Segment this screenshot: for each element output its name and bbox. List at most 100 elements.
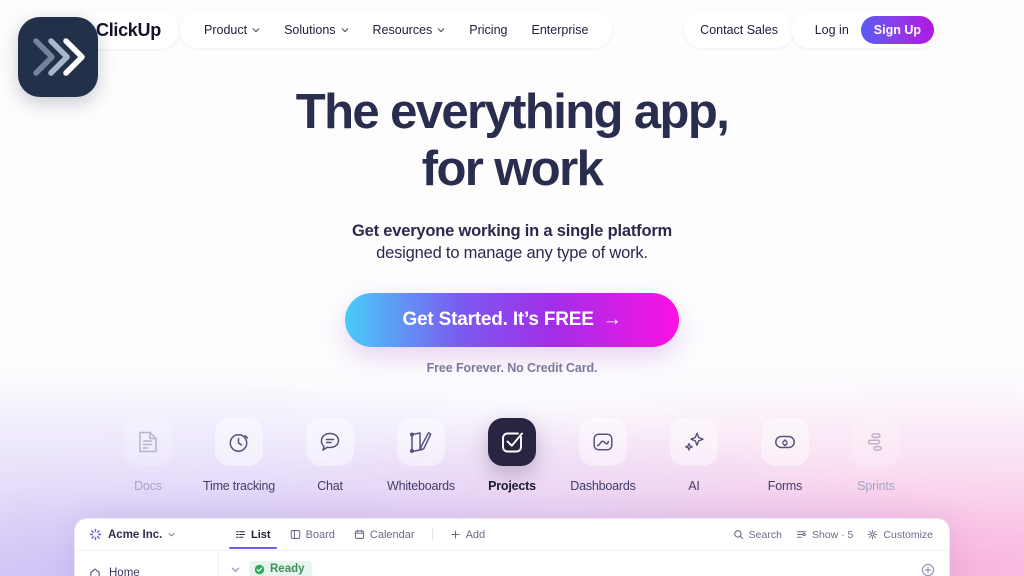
toolbar-action-label: Search bbox=[748, 528, 782, 541]
headline-line-2: for work bbox=[421, 142, 604, 196]
login-link[interactable]: Log in bbox=[805, 23, 859, 37]
view-tab-board[interactable]: Board bbox=[282, 522, 343, 548]
feature-tab-docs[interactable]: Docs bbox=[103, 418, 194, 493]
view-tab-list[interactable]: List bbox=[227, 522, 279, 549]
sprints-bars-icon bbox=[852, 418, 900, 466]
search-button[interactable]: Search bbox=[733, 529, 782, 541]
headline-line-1: The everything app, bbox=[295, 85, 730, 139]
add-view-label: Add bbox=[465, 528, 486, 541]
app-toolbar: Acme Inc. List Board Calendar Add Search… bbox=[75, 519, 949, 551]
feature-tab-label: Whiteboards bbox=[387, 479, 455, 493]
signup-button[interactable]: Sign Up bbox=[860, 16, 934, 44]
app-preview-card: Acme Inc. List Board Calendar Add Search… bbox=[74, 518, 950, 576]
board-icon bbox=[290, 530, 300, 539]
chevron-down-icon bbox=[341, 28, 348, 33]
workspace-name: Acme Inc. bbox=[108, 528, 163, 541]
feature-tab-ai[interactable]: AI bbox=[649, 418, 740, 493]
feature-tab-forms[interactable]: Forms bbox=[740, 418, 831, 493]
feature-tab-label: Projects bbox=[488, 479, 536, 493]
workspace-switcher[interactable]: Acme Inc. bbox=[75, 528, 219, 541]
feature-tab-label: Sprints bbox=[857, 479, 895, 493]
subtitle-line-2: designed to manage any type of work. bbox=[376, 244, 648, 262]
subtitle-line-1: Get everyone working in a single platfor… bbox=[351, 222, 673, 240]
toolbar-action-label: Show · 5 bbox=[811, 528, 854, 541]
show-filter-button[interactable]: Show · 5 bbox=[796, 529, 853, 541]
auth-group: Log in Sign Up bbox=[790, 12, 938, 48]
cta-note: Free Forever. No Credit Card. bbox=[426, 361, 598, 375]
get-started-button[interactable]: Get Started. It’s FREE → bbox=[345, 293, 679, 347]
hero-section: The everything app, for work Get everyon… bbox=[0, 88, 1024, 376]
add-view-button[interactable]: Add bbox=[442, 522, 494, 548]
whiteboard-pen-icon bbox=[397, 418, 445, 466]
view-tab-label: Calendar bbox=[369, 528, 415, 541]
chat-bubble-icon bbox=[306, 418, 354, 466]
search-icon bbox=[733, 530, 743, 540]
calendar-icon bbox=[354, 529, 365, 539]
clickup-spark-icon bbox=[89, 528, 102, 541]
feature-tabs: Docs Time tracking Chat Whiteboards Proj… bbox=[0, 418, 1024, 493]
feature-tab-label: AI bbox=[688, 479, 700, 493]
list-icon bbox=[236, 531, 245, 538]
feature-tab-time-tracking[interactable]: Time tracking bbox=[194, 418, 285, 493]
brand-name: ClickUp bbox=[96, 19, 161, 40]
nav-item-label: Pricing bbox=[469, 23, 508, 37]
feature-tab-label: Forms bbox=[767, 479, 803, 493]
form-select-icon bbox=[761, 418, 809, 466]
nav-item-label: Resources bbox=[372, 23, 433, 37]
toolbar-divider bbox=[431, 528, 433, 541]
nav-item-pricing[interactable]: Pricing bbox=[459, 17, 517, 43]
app-body: Home Ready bbox=[75, 551, 949, 576]
status-badge[interactable]: Ready bbox=[249, 561, 312, 576]
sidebar-item-label: Home bbox=[109, 567, 140, 576]
feature-tab-sprints[interactable]: Sprints bbox=[831, 418, 922, 493]
toolbar-action-label: Customize bbox=[883, 528, 933, 541]
nav-item-label: Solutions bbox=[284, 23, 336, 37]
feature-tab-label: Chat bbox=[317, 479, 343, 493]
filter-icon bbox=[796, 531, 807, 538]
nav-item-resources[interactable]: Resources bbox=[363, 17, 456, 43]
check-circle-icon bbox=[254, 564, 265, 574]
feature-tab-dashboards[interactable]: Dashboards bbox=[558, 418, 649, 493]
cta-wrapper: Get Started. It’s FREE → Free Forever. N… bbox=[0, 293, 1024, 375]
nav-item-solutions[interactable]: Solutions bbox=[274, 17, 358, 43]
sidebar-item-home[interactable]: Home bbox=[75, 561, 218, 576]
plus-icon bbox=[451, 530, 460, 539]
chevron-down-icon bbox=[168, 532, 175, 537]
view-tab-calendar[interactable]: Calendar bbox=[346, 522, 423, 548]
feature-tab-projects[interactable]: Projects bbox=[467, 418, 558, 493]
feature-tab-chat[interactable]: Chat bbox=[285, 418, 376, 493]
nav-item-label: Product bbox=[204, 23, 248, 37]
gear-icon bbox=[868, 529, 878, 540]
chevron-down-icon bbox=[252, 28, 260, 33]
app-sidebar: Home bbox=[75, 551, 219, 576]
feature-tab-label: Docs bbox=[134, 479, 162, 493]
view-tabs: List Board Calendar Add bbox=[219, 522, 494, 549]
document-icon bbox=[124, 418, 172, 466]
site-header: ClickUp Product Solutions Resources Pric… bbox=[0, 0, 1024, 97]
toolbar-actions: Search Show · 5 Customize bbox=[733, 529, 949, 541]
nav-item-product[interactable]: Product bbox=[194, 17, 270, 43]
app-main-panel: Ready bbox=[219, 551, 949, 576]
feature-tab-label: Time tracking bbox=[203, 479, 275, 493]
task-group-row: Ready bbox=[231, 561, 933, 576]
nav-item-label: Enterprise bbox=[531, 23, 589, 37]
feature-tab-label: Dashboards bbox=[570, 479, 636, 493]
plus-circle-icon[interactable] bbox=[921, 563, 935, 576]
clickup-app-tile-icon bbox=[18, 17, 98, 97]
chevron-down-icon[interactable] bbox=[231, 565, 240, 574]
cta-label: Get Started. It’s FREE bbox=[402, 309, 594, 330]
contact-sales-button[interactable]: Contact Sales bbox=[684, 12, 794, 48]
customize-button[interactable]: Customize bbox=[867, 529, 933, 541]
sparkles-icon bbox=[670, 418, 718, 466]
nav-item-enterprise[interactable]: Enterprise bbox=[522, 17, 599, 43]
feature-tab-whiteboards[interactable]: Whiteboards bbox=[376, 418, 467, 493]
view-tab-label: List bbox=[251, 528, 271, 541]
contact-sales-label: Contact Sales bbox=[700, 23, 778, 37]
clock-icon bbox=[215, 418, 263, 466]
page-title: The everything app, for work bbox=[0, 88, 1024, 194]
chart-panel-icon bbox=[579, 418, 627, 466]
hero-subtitle: Get everyone working in a single platfor… bbox=[0, 222, 1024, 263]
view-tab-label: Board bbox=[305, 528, 335, 541]
chevron-down-icon bbox=[437, 28, 445, 33]
main-nav: Product Solutions Resources Pricing Ente… bbox=[180, 12, 613, 48]
